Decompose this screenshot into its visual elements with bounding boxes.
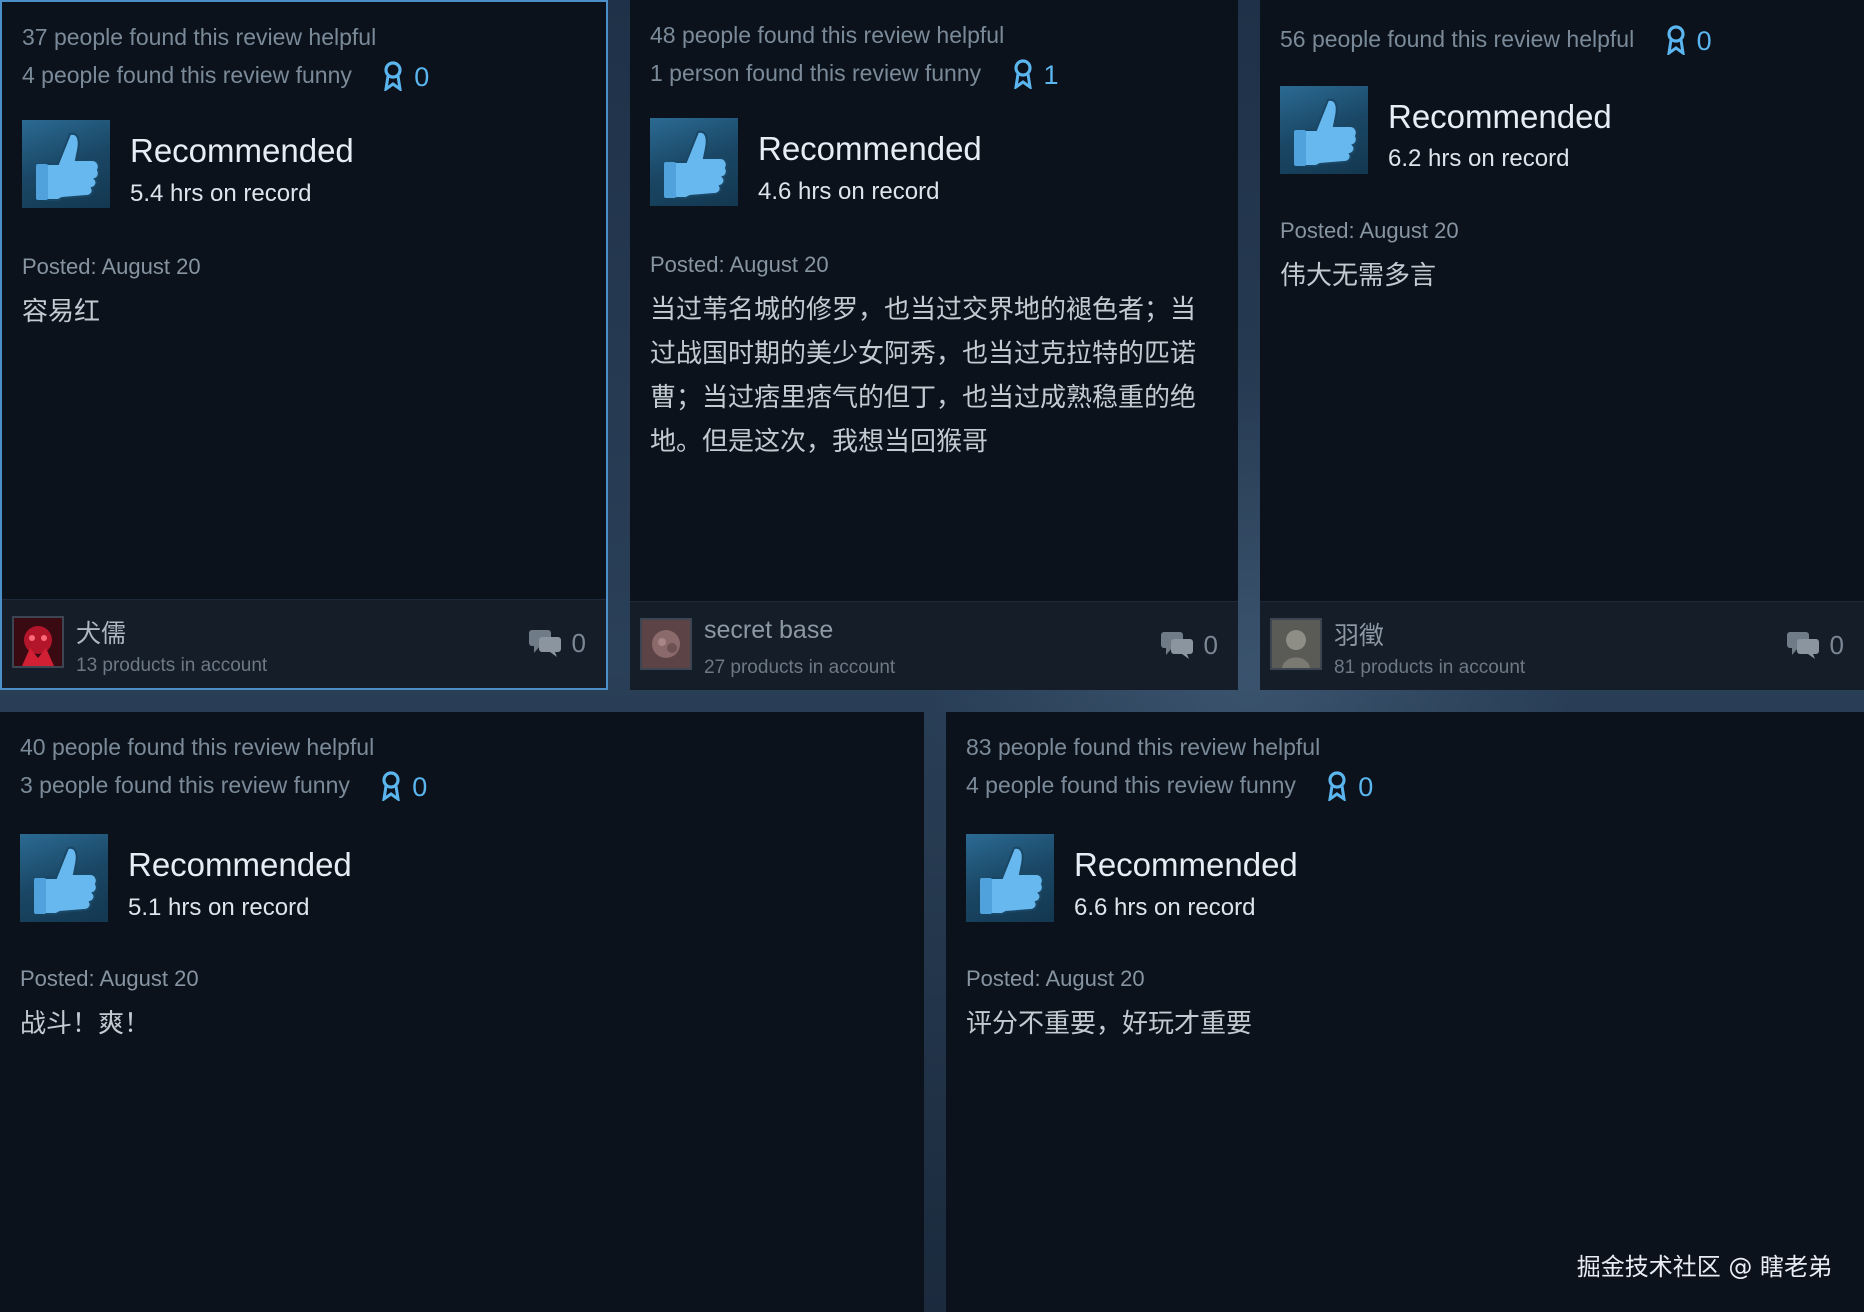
review-text: 容易红 xyxy=(22,297,101,327)
products-count: 27 products in account xyxy=(704,657,896,678)
comment-count: 0 xyxy=(571,628,586,658)
playtime: 6.2 hrs on record xyxy=(1388,145,1570,172)
comment-bubbles-icon xyxy=(1160,632,1193,659)
review-text: 伟大无需多言 xyxy=(1280,261,1437,291)
funny-count: 3 people found this review funny xyxy=(20,772,350,798)
thumbs-up-icon[interactable] xyxy=(20,834,108,922)
award-button[interactable]: 0 xyxy=(380,768,427,806)
recommendation-title: Recommended xyxy=(1388,98,1612,135)
posted-date: Posted: August 20 xyxy=(20,966,199,991)
author-name[interactable]: secret base xyxy=(704,616,833,645)
award-count: 0 xyxy=(414,61,430,92)
thumbs-up-icon[interactable] xyxy=(966,834,1054,922)
posted-date: Posted: August 20 xyxy=(1280,218,1459,243)
watermark: 掘金技术社区 @ 瞎老弟 xyxy=(1576,1253,1832,1281)
award-button[interactable]: 0 xyxy=(382,58,429,96)
playtime: 6.6 hrs on record xyxy=(1074,894,1256,921)
helpful-count: 56 people found this review helpful xyxy=(1280,26,1635,52)
comment-count: 0 xyxy=(1203,630,1218,660)
award-count: 0 xyxy=(1696,25,1712,56)
funny-row: 4 people found this review funny 0 xyxy=(966,766,1373,806)
review-card[interactable]: 40 people found this review helpful 3 pe… xyxy=(0,712,924,1312)
helpful-row: 56 people found this review helpful 0 xyxy=(1280,20,1712,60)
thumbs-up-icon[interactable] xyxy=(1280,86,1368,174)
recommendation-title: Recommended xyxy=(758,130,982,167)
comment-bubbles-icon xyxy=(528,630,561,657)
funny-row: 4 people found this review funny 0 xyxy=(22,56,429,96)
award-ribbon-icon xyxy=(1013,59,1032,91)
funny-count: 1 person found this review funny xyxy=(650,60,982,86)
avatar[interactable] xyxy=(12,616,64,668)
funny-count: 4 people found this review funny xyxy=(966,772,1296,798)
avatar[interactable] xyxy=(640,618,692,670)
award-count: 0 xyxy=(412,771,428,802)
review-card[interactable]: 56 people found this review helpful 0 Re… xyxy=(1260,0,1864,690)
award-count: 0 xyxy=(1358,771,1374,802)
comments-button[interactable]: 0 xyxy=(1786,630,1844,661)
review-card[interactable]: 48 people found this review helpful 1 pe… xyxy=(630,0,1238,690)
recommendation-title: Recommended xyxy=(128,846,352,883)
thumbs-up-icon[interactable] xyxy=(650,118,738,206)
funny-row: 3 people found this review funny 0 xyxy=(20,766,427,806)
author-footer[interactable]: 羽徵 81 products in account 0 xyxy=(1260,601,1864,690)
recommendation-title: Recommended xyxy=(130,132,354,169)
review-card[interactable]: 83 people found this review helpful 4 pe… xyxy=(946,712,1864,1312)
posted-date: Posted: August 20 xyxy=(22,254,201,279)
funny-row: 1 person found this review funny 1 xyxy=(650,54,1059,94)
author-name[interactable]: 羽徵 xyxy=(1334,616,1384,652)
playtime: 4.6 hrs on record xyxy=(758,178,940,205)
helpful-count: 83 people found this review helpful xyxy=(966,734,1321,760)
comments-button[interactable]: 0 xyxy=(1160,630,1218,661)
award-ribbon-icon xyxy=(382,771,401,803)
playtime: 5.4 hrs on record xyxy=(130,180,312,207)
award-button[interactable]: 0 xyxy=(1326,768,1373,806)
helpful-count: 37 people found this review helpful xyxy=(22,24,377,50)
award-ribbon-icon xyxy=(1328,771,1347,803)
award-ribbon-icon xyxy=(1666,25,1685,57)
posted-date: Posted: August 20 xyxy=(650,252,829,277)
author-name[interactable]: 犬儒 xyxy=(76,614,126,650)
posted-date: Posted: August 20 xyxy=(966,966,1145,991)
comment-count: 0 xyxy=(1829,630,1844,660)
recommendation-title: Recommended xyxy=(1074,846,1298,883)
helpful-count: 40 people found this review helpful xyxy=(20,734,375,760)
comment-bubbles-icon xyxy=(1786,632,1819,659)
review-card[interactable]: 37 people found this review helpful 4 pe… xyxy=(0,0,608,690)
author-footer[interactable]: 犬儒 13 products in account 0 xyxy=(2,599,606,688)
products-count: 13 products in account xyxy=(76,655,268,676)
review-text: 评分不重要，好玩才重要 xyxy=(966,1009,1253,1039)
award-count: 1 xyxy=(1043,59,1059,90)
award-ribbon-icon xyxy=(384,61,403,93)
author-footer[interactable]: secret base 27 products in account 0 xyxy=(630,601,1238,690)
thumbs-up-icon[interactable] xyxy=(22,120,110,208)
products-count: 81 products in account xyxy=(1334,657,1526,678)
playtime: 5.1 hrs on record xyxy=(128,894,310,921)
helpful-count: 48 people found this review helpful xyxy=(650,22,1005,48)
award-button[interactable]: 1 xyxy=(1012,56,1059,94)
comments-button[interactable]: 0 xyxy=(528,628,586,659)
review-text: 战斗！爽！ xyxy=(20,1009,151,1039)
avatar[interactable] xyxy=(1270,618,1322,670)
review-text: 当过苇名城的修罗，也当过交界地的褪色者；当过战国时期的美少女阿秀，也当过克拉特的… xyxy=(650,295,1197,457)
funny-count: 4 people found this review funny xyxy=(22,62,352,88)
award-button[interactable]: 0 xyxy=(1665,22,1712,60)
